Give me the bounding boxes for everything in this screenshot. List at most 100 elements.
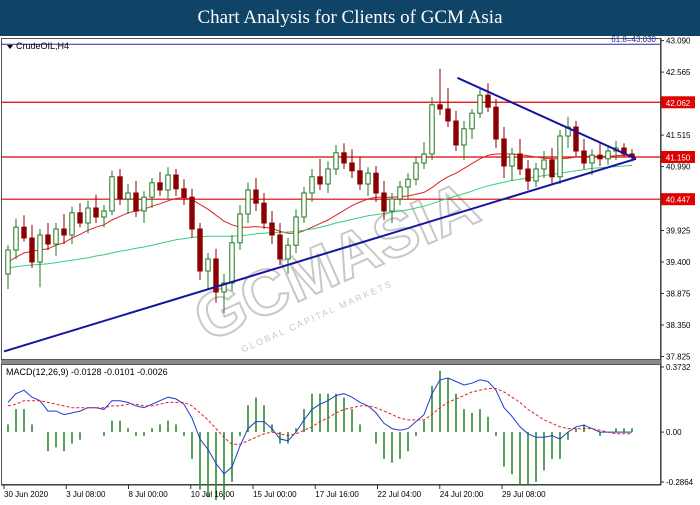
candle-body [85,207,91,224]
time-tick-label: 8 Jul 00:00 [129,490,169,499]
time-tick-label: 10 Jul 16:00 [191,490,235,499]
candle-body [149,182,155,198]
candle-body [141,196,147,212]
chart-svg: GCMASIA GLOBAL CAPITAL MARKETS 61.8=43.0… [1,35,695,505]
candle-body [429,104,435,155]
candle-body [117,176,123,200]
time-tick-label: 17 Jul 16:00 [315,490,359,499]
candle-body [445,108,451,122]
candle-body [357,170,363,185]
time-tick-label: 30 Jun 2020 [4,490,49,499]
price-tick-label: 38.350 [666,321,691,330]
price-tick-label: 43.090 [666,37,691,46]
candle-body [93,207,99,218]
candle [429,97,435,160]
candle-body [277,234,283,260]
candle-body [349,162,355,172]
candle-body [525,168,531,182]
candle-body [365,172,371,185]
symbol-label: CrudeOIL,H4 [16,41,69,51]
candle-body [101,210,107,218]
price-tick-label: 41.515 [666,131,691,140]
macd-tick-label: 0.00 [666,428,682,437]
candle-body [5,249,11,275]
time-tick-label: 24 Jul 20:00 [440,490,484,499]
candle-body [373,172,379,194]
level-price-label: 42.062 [666,99,691,108]
time-tick-label: 29 Jul 08:00 [502,490,546,499]
candle-body [461,128,467,146]
candle-body [493,106,499,140]
macd-tick-label: -0.2864 [666,478,694,487]
page-title: Chart Analysis for Clients of GCM Asia [197,7,503,28]
candle-body [405,178,411,188]
candle-body [501,138,507,167]
macd-label: MACD(12,26,9) -0.0128 -0.0101 -0.0026 [6,367,168,377]
candle-body [341,152,347,164]
candle-body [413,162,419,180]
candle-body [245,189,251,215]
time-tick-label: 15 Jul 00:00 [253,490,297,499]
time-tick-label: 22 Jul 04:00 [378,490,422,499]
macd-panel-border [1,364,661,485]
candle-body [421,153,427,164]
candle-body [325,168,331,185]
candle-body [589,154,595,164]
time-tick-label: 3 Jul 08:00 [66,490,106,499]
candle-body [77,212,83,224]
candle-body [21,226,27,239]
candle-body [189,196,195,230]
candle-body [125,192,131,200]
price-tick-label: 39.400 [666,258,691,267]
candle-body [381,192,387,212]
candle-body [61,228,67,236]
price-tick-label: 38.875 [666,290,691,299]
candle-body [581,150,587,164]
candle [197,223,203,280]
candle-body [173,174,179,190]
header-bar: Chart Analysis for Clients of GCM Asia [0,0,700,36]
candle-body [557,135,563,178]
price-tick-label: 39.925 [666,227,691,236]
candle-body [517,153,523,170]
candle-body [45,234,51,245]
candle-body [229,242,235,284]
price-tick-label: 42.565 [666,68,691,77]
candle-body [205,258,211,272]
candle [557,130,563,184]
candle-body [37,234,43,263]
chart-area: GCMASIA GLOBAL CAPITAL MARKETS 61.8=43.0… [0,35,700,505]
candle-body [157,182,163,191]
candle-body [261,202,267,224]
candle-body [181,188,187,198]
candle-body [301,192,307,218]
candle-body [317,176,323,185]
candle-body [389,198,395,212]
candle-body [333,152,339,170]
candle-body [133,192,139,212]
candle-body [69,212,75,236]
candle-body [437,104,443,110]
candle-body [253,189,259,204]
candle-body [485,94,491,108]
candle-body [109,176,115,212]
candle [109,170,115,216]
candle-body [509,153,515,167]
candle-body [13,226,19,251]
candle-body [309,176,315,194]
candle-body [469,112,475,130]
level-price-label: 40.447 [666,196,691,205]
macd-tick-label: 0.3732 [666,363,691,372]
candle-body [597,154,603,160]
candle-body [165,174,171,191]
candle-body [549,159,555,178]
panel-separator [1,360,661,364]
candle-body [541,159,547,170]
candle-body [477,94,483,114]
candle-body [605,150,611,160]
price-tick-label: 40.990 [666,163,691,172]
candle-body [397,186,403,200]
candle-body [237,213,243,244]
candle-body [285,244,291,260]
price-tick-label: 37.825 [666,353,691,362]
